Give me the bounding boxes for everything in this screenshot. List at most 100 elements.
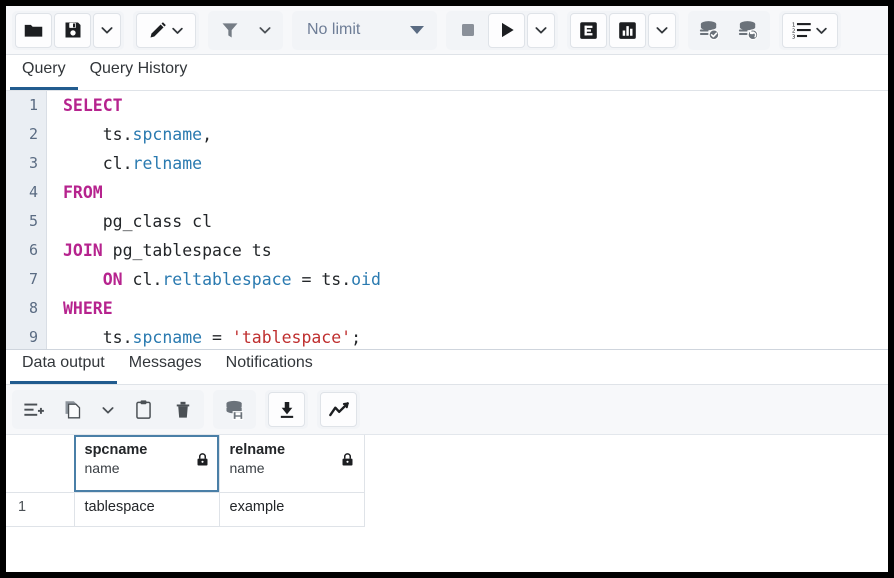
filter-dropdown-button[interactable] — [250, 13, 280, 48]
column-relname[interactable]: relnamename — [219, 435, 364, 492]
output-tabbar: Data output Messages Notifications — [6, 350, 888, 385]
code-line: FROM — [63, 178, 888, 207]
table-row[interactable]: 1tablespaceexample — [6, 492, 364, 526]
clipboard-icon — [133, 399, 154, 420]
query-tabbar: Query Query History — [6, 55, 888, 91]
data-output-grid: spcnamenamerelnamename1tablespaceexample — [6, 435, 888, 572]
code-token: spcname — [133, 125, 203, 144]
code-token: cl — [63, 154, 123, 173]
chevron-down-icon — [654, 22, 670, 38]
funnel-icon — [220, 20, 240, 40]
macros-button[interactable]: 1 2 3 — [782, 13, 838, 48]
editor-code-area[interactable]: SELECT ts.spcname, cl.relnameFROM pg_cla… — [47, 91, 888, 349]
save-file-button[interactable] — [54, 13, 91, 48]
query-tool-window: No limit — [6, 6, 888, 572]
filter-group — [208, 11, 283, 50]
result-table: spcnamenamerelnamename1tablespaceexample — [6, 435, 365, 527]
code-token: WHERE — [63, 299, 113, 318]
tab-data-output-label: Data output — [22, 354, 105, 371]
save-dropdown-button[interactable] — [93, 13, 121, 48]
explain-button[interactable] — [570, 13, 607, 48]
line-number: 7 — [6, 265, 46, 294]
table-header-row: spcnamenamerelnamename — [6, 435, 364, 492]
code-line: ON cl.reltablespace = ts.oid — [63, 265, 888, 294]
row-number: 1 — [6, 492, 74, 526]
tab-query-history[interactable]: Query History — [78, 55, 200, 90]
code-token: FROM — [63, 183, 103, 202]
numbered-list-chevron-icon: 1 2 3 — [791, 19, 813, 41]
row-limit-select[interactable]: No limit — [292, 11, 437, 50]
database-check-icon — [698, 19, 721, 42]
editor-gutter: 12345678910 — [6, 91, 47, 349]
chevron-down-icon — [99, 22, 115, 38]
main-toolbar: No limit — [6, 6, 888, 55]
code-token: . — [123, 125, 133, 144]
filter-button[interactable] — [211, 13, 248, 48]
chevron-down-icon — [170, 23, 185, 38]
trash-icon — [173, 400, 193, 420]
copy-button[interactable] — [54, 392, 91, 427]
copy-dropdown-button[interactable] — [93, 392, 123, 427]
macros-group: 1 2 3 — [779, 11, 841, 50]
line-number: 3 — [6, 149, 46, 178]
column-type: name — [85, 459, 211, 477]
line-number: 1 — [6, 91, 46, 120]
chevron-down-icon — [257, 22, 273, 38]
explain-e-icon — [578, 20, 599, 41]
download-csv-button[interactable] — [268, 392, 305, 427]
tab-notifications[interactable]: Notifications — [214, 349, 325, 384]
edit-group — [133, 11, 199, 50]
database-rollback-icon — [737, 19, 760, 42]
commit-button[interactable] — [691, 13, 728, 48]
paste-button[interactable] — [125, 392, 162, 427]
execute-button[interactable] — [488, 13, 525, 48]
rollback-button[interactable] — [730, 13, 767, 48]
column-spcname[interactable]: spcnamename — [74, 435, 219, 492]
execute-group — [446, 11, 558, 50]
edit-button[interactable] — [136, 13, 196, 48]
pencil-icon — [147, 20, 168, 41]
code-line: JOIN pg_tablespace ts — [63, 236, 888, 265]
tab-messages-label: Messages — [129, 354, 202, 371]
sql-editor[interactable]: 12345678910 SELECT ts.spcname, cl.relnam… — [6, 91, 888, 350]
code-token — [63, 270, 103, 289]
download-icon — [277, 400, 297, 420]
lock-icon — [340, 452, 355, 467]
lock-icon-wrapper — [195, 452, 210, 472]
code-line: pg_class cl — [63, 207, 888, 236]
graph-visualiser-button[interactable] — [320, 392, 357, 427]
save-data-group — [213, 390, 256, 429]
execute-dropdown-button[interactable] — [527, 13, 555, 48]
code-token: reltablespace — [162, 270, 291, 289]
data-output-toolbar — [6, 385, 888, 435]
tab-data-output[interactable]: Data output — [10, 349, 117, 384]
code-line: WHERE — [63, 294, 888, 323]
table-cell[interactable]: tablespace — [74, 492, 219, 526]
open-file-button[interactable] — [15, 13, 52, 48]
tab-notifications-label: Notifications — [226, 354, 313, 371]
add-row-button[interactable] — [15, 392, 52, 427]
delete-button[interactable] — [164, 392, 201, 427]
tab-query-history-label: Query History — [90, 60, 188, 77]
code-token: . — [123, 154, 133, 173]
play-triangle-icon — [497, 20, 517, 40]
line-graph-icon — [328, 399, 350, 421]
save-data-changes-button[interactable] — [216, 392, 253, 427]
copy-icon — [62, 399, 83, 420]
explain-dropdown-button[interactable] — [648, 13, 676, 48]
table-cell[interactable]: example — [219, 492, 364, 526]
code-token: SELECT — [63, 96, 123, 115]
row-header-corner — [6, 435, 74, 492]
code-token: oid — [351, 270, 381, 289]
folder-icon — [23, 20, 44, 41]
code-token: ts — [63, 328, 123, 347]
tab-query[interactable]: Query — [10, 55, 78, 90]
line-number: 8 — [6, 294, 46, 323]
explain-analyze-button[interactable] — [609, 13, 646, 48]
code-token: cl — [123, 270, 153, 289]
code-line: ts.spcname = 'tablespace'; — [63, 323, 888, 350]
stop-button[interactable] — [449, 13, 486, 48]
line-number: 2 — [6, 120, 46, 149]
bar-chart-icon — [617, 20, 638, 41]
tab-messages[interactable]: Messages — [117, 349, 214, 384]
